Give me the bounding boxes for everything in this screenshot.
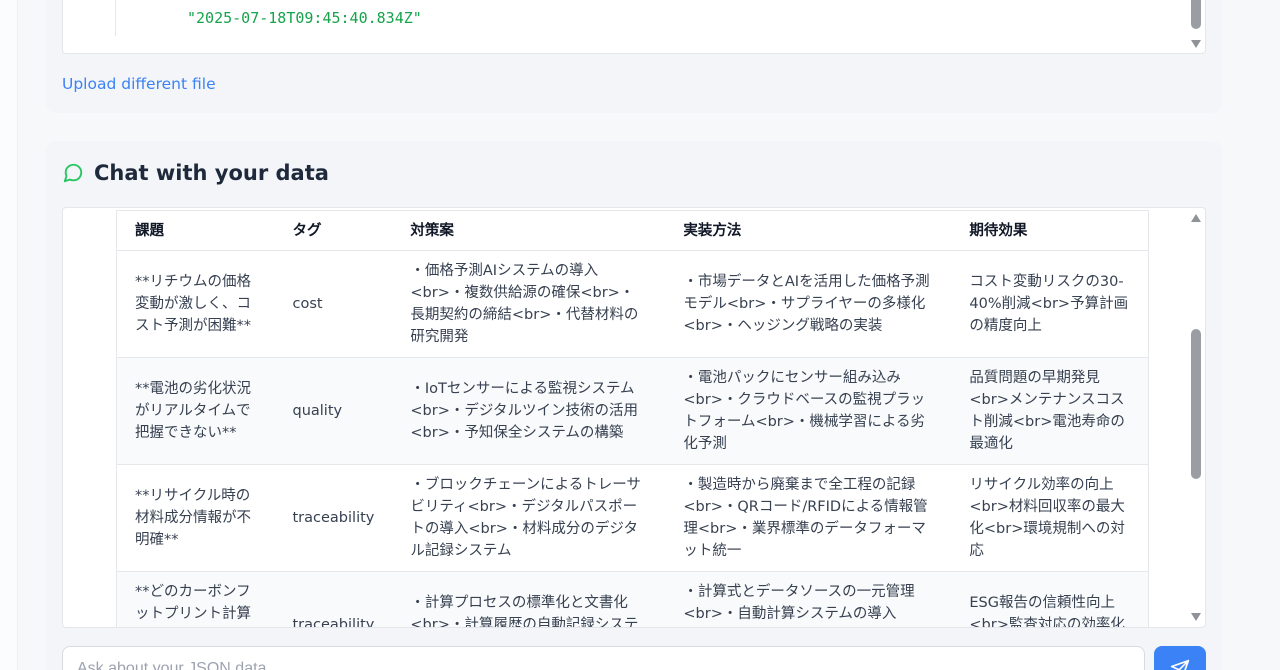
chat-header: Chat with your data: [62, 161, 329, 185]
chat-messages[interactable]: 課題 タグ 対策案 実装方法 期待効果 **リチウムの価格変動が激しく、コスト予…: [62, 207, 1206, 628]
cell-tag: traceability: [274, 571, 393, 627]
cell-effect: コスト変動リスクの30-40%削減<br>予算計画の精度向上: [951, 250, 1149, 358]
cell-issue: **リサイクル時の材料成分情報が不明確**: [116, 464, 275, 572]
cell-measure: ・ブロックチェーンによるトレーサビリティ<br>・デジタルパスポートの導入<br…: [392, 464, 666, 572]
cell-tag: traceability: [274, 464, 393, 572]
table-row: **電池の劣化状況がリアルタイムで把握できない** quality ・IoTセン…: [116, 357, 1149, 465]
cell-method: ・製造時から廃棄まで全工程の記録<br>・QRコード/RFIDによる情報管理<b…: [665, 464, 952, 572]
cell-measure: ・価格予測AIシステムの導入<br>・複数供給源の確保<br>・長期契約の締結<…: [392, 250, 666, 358]
cell-effect: 品質問題の早期発見<br>メンテナンスコスト削減<br>電池寿命の最適化: [951, 357, 1149, 465]
message-circle-icon: [63, 163, 83, 183]
send-icon: [1170, 659, 1190, 670]
column-header: タグ: [274, 210, 393, 251]
cell-effect: リサイクル効率の向上<br>材料回収率の最大化<br>環境規制への対応: [951, 464, 1149, 572]
column-header: 課題: [116, 210, 275, 251]
cell-issue: **リチウムの価格変動が激しく、コスト予測が困難**: [116, 250, 275, 358]
chat-input[interactable]: [63, 647, 1144, 670]
code-gutter: [115, 0, 116, 36]
cell-tag: cost: [274, 250, 393, 358]
chat-title: Chat with your data: [94, 161, 329, 185]
code-scrollbar[interactable]: [1187, 0, 1205, 53]
cell-issue: **電池の劣化状況がリアルタイムで把握できない**: [116, 357, 275, 465]
send-button[interactable]: [1154, 646, 1206, 670]
table-header-row: 課題 タグ 対策案 実装方法 期待効果: [116, 210, 1149, 251]
chat-scrollbar-thumb[interactable]: [1191, 329, 1201, 479]
chat-scrollbar[interactable]: [1187, 208, 1205, 627]
table-row: **どのカーボンフットプリント計算式を使ったか覚えていない** traceabi…: [116, 571, 1149, 627]
cell-method: ・計算式とデータソースの一元管理<br>・自動計算システムの導入<br>・バージ…: [665, 571, 952, 627]
response-table: 課題 タグ 対策案 実装方法 期待効果 **リチウムの価格変動が激しく、コスト予…: [116, 210, 1149, 627]
table-row: **リチウムの価格変動が激しく、コスト予測が困難** cost ・価格予測AIシ…: [116, 250, 1149, 358]
column-header: 対策案: [392, 210, 666, 251]
column-header: 期待効果: [951, 210, 1149, 251]
cell-measure: ・計算プロセスの標準化と文書化<br>・計算履歴の自動記録システム<br>・監査…: [392, 571, 666, 627]
cell-tag: quality: [274, 357, 393, 465]
left-edge: [0, 0, 18, 670]
cell-issue: **どのカーボンフットプリント計算式を使ったか覚えていない**: [116, 571, 275, 627]
scroll-down-icon[interactable]: [1191, 613, 1201, 621]
chat-input-box[interactable]: [62, 646, 1145, 670]
scroll-up-icon[interactable]: [1191, 214, 1201, 222]
code-scrollbar-thumb[interactable]: [1191, 0, 1201, 29]
chat-card: Chat with your data 課題 タグ 対策案 実装方法 期待効果 …: [46, 141, 1222, 670]
cell-method: ・市場データとAIを活用した価格予測モデル<br>・サプライヤーの多様化<br>…: [665, 250, 952, 358]
cell-effect: ESG報告の信頼性向上<br>監査対応の効率化<br>規制遵守の確実性: [951, 571, 1149, 627]
scroll-down-icon[interactable]: [1191, 40, 1201, 48]
json-code-viewer[interactable]: "2025-07-18T09:45:40.834Z": [62, 0, 1206, 54]
json-viewer-card: "2025-07-18T09:45:40.834Z" Upload differ…: [46, 0, 1222, 113]
column-header: 実装方法: [665, 210, 952, 251]
json-string-value: "2025-07-18T09:45:40.834Z": [187, 9, 422, 27]
cell-method: ・電池パックにセンサー組み込み<br>・クラウドベースの監視プラットフォーム<b…: [665, 357, 952, 465]
cell-measure: ・IoTセンサーによる監視システム<br>・デジタルツイン技術の活用<br>・予…: [392, 357, 666, 465]
table-row: **リサイクル時の材料成分情報が不明確** traceability ・ブロック…: [116, 464, 1149, 572]
upload-different-file-link[interactable]: Upload different file: [62, 75, 216, 93]
